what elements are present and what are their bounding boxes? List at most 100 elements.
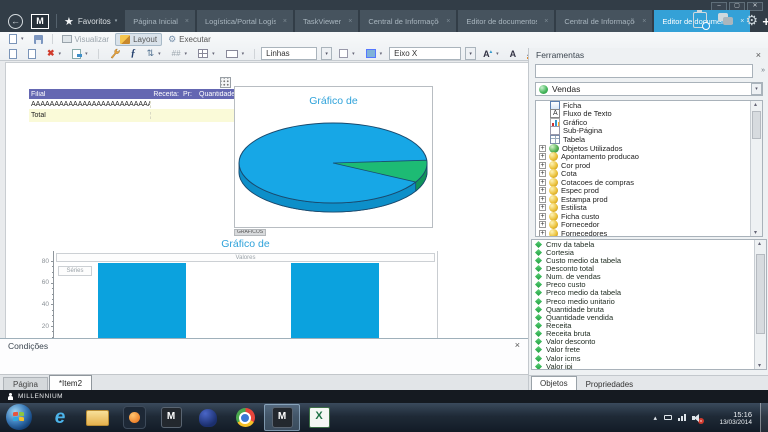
border-button[interactable] <box>335 48 359 59</box>
sort-button[interactable]: ⇅ <box>143 47 165 60</box>
condicoes-close-icon[interactable]: × <box>515 341 520 351</box>
save-button[interactable] <box>30 34 47 45</box>
tree-item[interactable]: +Apontamento producao <box>536 152 762 161</box>
browser-tab[interactable]: Central de Informações× <box>360 10 456 32</box>
tree-item[interactable]: Ficha <box>536 101 762 110</box>
tab-close-icon[interactable]: × <box>544 18 548 25</box>
taskbar-chrome-button[interactable] <box>227 404 263 431</box>
tree-item[interactable]: +Ficha custo <box>536 212 762 221</box>
taskbar-mascot-button[interactable] <box>190 404 226 431</box>
tree-expand-icon[interactable]: + <box>539 170 546 177</box>
tree-item[interactable]: +Estampa prod <box>536 195 762 204</box>
tree-item[interactable]: Gráfico <box>536 118 762 127</box>
font-button[interactable]: A <box>506 48 521 60</box>
numbering-button[interactable]: ## <box>168 48 191 59</box>
back-icon[interactable]: ← <box>8 14 23 29</box>
page-tab[interactable]: *Item2 <box>49 375 92 390</box>
tab-close-icon[interactable]: × <box>642 18 646 25</box>
sidebar-tab[interactable]: Objetos <box>531 376 577 390</box>
field-item[interactable]: Valor ipi <box>532 362 766 370</box>
fields-scrollbar[interactable] <box>754 240 766 369</box>
dataset-dropdown-button[interactable]: ▾ <box>751 83 762 95</box>
executar-button[interactable]: ⚙Executar <box>164 31 215 47</box>
browser-tab[interactable]: Central de Informações× <box>556 10 652 32</box>
taskbar-excel-button[interactable] <box>301 404 337 431</box>
tree-expand-icon[interactable]: + <box>539 204 546 211</box>
tree-item[interactable]: +Espec prod <box>536 186 762 195</box>
bar-series-bar[interactable] <box>98 263 186 339</box>
sidebar-tab[interactable]: Propriedades <box>578 378 642 390</box>
linhas-combobox[interactable]: Linhas <box>261 47 317 60</box>
tree-item[interactable]: +Fornecedor <box>536 221 762 230</box>
tab-close-icon[interactable]: × <box>348 18 352 25</box>
table-row[interactable]: Total <box>29 109 234 122</box>
battery-icon[interactable] <box>664 415 672 420</box>
new-document-button[interactable] <box>5 33 28 45</box>
eixo-combobox[interactable]: Eixo X <box>389 47 461 60</box>
sidebar-close-icon[interactable]: × <box>756 50 761 60</box>
start-button[interactable] <box>6 404 32 430</box>
formula-button[interactable]: ƒ <box>127 47 140 60</box>
tree-expand-icon[interactable]: + <box>539 145 546 152</box>
linhas-dropdown-button[interactable]: ▾ <box>321 47 332 60</box>
taskbar-ie-button[interactable] <box>42 404 78 431</box>
dataset-combobox[interactable]: Vendas ▾ <box>535 82 763 96</box>
tree-expand-icon[interactable]: + <box>539 179 546 186</box>
add-item-button[interactable] <box>5 48 21 60</box>
pie-chart-object[interactable]: Gráfico de <box>234 86 433 228</box>
page-tab[interactable]: Página <box>3 377 48 390</box>
tree-item[interactable]: +Fornecedores <box>536 229 762 237</box>
table-row[interactable]: AAAAAAAAAAAAAAAAAAAAAAAAAAAAAA <box>29 99 234 109</box>
tab-close-icon[interactable]: × <box>185 18 189 25</box>
new-tab-button[interactable]: + <box>762 14 768 29</box>
sidebar-search-input[interactable] <box>535 64 753 78</box>
field-button[interactable] <box>222 49 249 59</box>
tree-expand-icon[interactable]: + <box>539 196 546 203</box>
bar-chart-object[interactable]: 20406080 Valores Séries <box>31 251 443 340</box>
tree-expand-icon[interactable]: + <box>539 230 546 237</box>
tray-clock[interactable]: 15:16 13/03/2014 <box>706 410 752 426</box>
fill-color-button[interactable] <box>362 48 387 59</box>
table-drag-handle-icon[interactable] <box>220 77 231 88</box>
page-button[interactable] <box>24 48 40 60</box>
tab-close-icon[interactable]: × <box>446 18 450 25</box>
scrollbar-thumb[interactable] <box>756 254 765 334</box>
visualizar-button[interactable]: Visualizar <box>58 34 114 45</box>
eixo-dropdown-button[interactable]: ▾ <box>465 47 476 60</box>
browser-tab[interactable]: Página Inicial× <box>125 10 195 32</box>
tree-item[interactable]: Sub-Página <box>536 127 762 136</box>
favorites-button[interactable]: ★ Favoritos <box>64 15 117 28</box>
tree-expand-icon[interactable]: + <box>539 153 546 160</box>
data-table[interactable]: Filial Receita: Pr: Quantidade AAAAAAAAA… <box>29 89 234 122</box>
tree-item[interactable]: +Cotacoes de compras <box>536 178 762 187</box>
show-desktop-button[interactable] <box>760 403 768 432</box>
bar-series-bar[interactable] <box>291 263 379 339</box>
export-button[interactable] <box>68 48 92 60</box>
tools-button[interactable] <box>105 47 124 60</box>
tree-expand-icon[interactable]: + <box>539 221 546 228</box>
tree-scrollbar[interactable] <box>750 101 762 236</box>
tree-item[interactable]: Fluxo de Texto <box>536 110 762 119</box>
browser-tab[interactable]: Editor de documentos× <box>458 10 554 32</box>
tab-close-icon[interactable]: × <box>283 18 287 25</box>
tree-item[interactable]: Tabela <box>536 135 762 144</box>
scrollbar-thumb[interactable] <box>752 111 761 139</box>
font-size-button[interactable]: A <box>479 48 503 60</box>
tasks-clipboard-icon[interactable] <box>693 12 707 28</box>
browser-tab[interactable]: TaskViewer× <box>295 10 358 32</box>
settings-gear-icon[interactable]: ⚙ <box>745 13 758 27</box>
tree-item[interactable]: +Objetos Utilizados <box>536 144 762 153</box>
tray-expand-icon[interactable]: ▴ <box>653 414 657 422</box>
layout-button[interactable]: Layout <box>115 33 162 46</box>
search-more-icon[interactable]: » <box>761 67 765 74</box>
browser-tab[interactable]: Logística/Portal Logística× <box>197 10 293 32</box>
taskbar-folder-button[interactable] <box>79 404 115 431</box>
taskbar-millennium-button[interactable] <box>153 404 189 431</box>
table-button[interactable] <box>194 48 219 59</box>
tree-item[interactable]: +Cota <box>536 169 762 178</box>
tree-item[interactable]: +Cor prod <box>536 161 762 170</box>
taskbar-media-button[interactable] <box>116 404 152 431</box>
taskbar-millennium-active-button[interactable] <box>264 404 300 431</box>
tree-expand-icon[interactable]: + <box>539 187 546 194</box>
tree-expand-icon[interactable]: + <box>539 213 546 220</box>
